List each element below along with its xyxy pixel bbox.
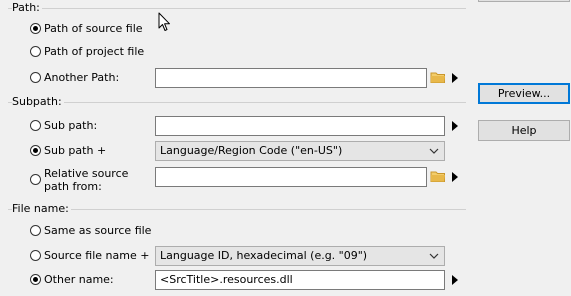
radio-source-file-name-plus[interactable]: Source file name + — [30, 249, 149, 262]
radio-label: Sub path: — [44, 119, 98, 132]
filename-section-label: File name: — [12, 202, 71, 215]
radio-indicator — [30, 250, 41, 261]
subpath-section-label: Subpath: — [12, 95, 64, 108]
dropdown-value: Language/Region Code ("en-US") — [160, 144, 343, 157]
radio-label: Relative source path from: — [44, 167, 129, 193]
arrow-right-icon[interactable] — [452, 73, 458, 83]
radio-same-as-source-file[interactable]: Same as source file — [30, 224, 151, 237]
radio-path-of-project-file[interactable]: Path of project file — [30, 45, 144, 58]
sub-path-input[interactable] — [155, 116, 445, 136]
path-section-label: Path: — [12, 1, 42, 14]
radio-other-name[interactable]: Other name: — [30, 273, 114, 286]
radio-label: Other name: — [44, 273, 114, 286]
radio-sub-path-plus[interactable]: Sub path + — [30, 144, 106, 157]
subpath-separator — [8, 102, 466, 103]
radio-indicator — [30, 225, 41, 236]
preview-button[interactable]: Preview... — [478, 83, 570, 104]
other-name-input[interactable]: <SrcTitle>.resources.dll — [155, 270, 445, 290]
radio-label: Same as source file — [44, 224, 152, 237]
folder-icon[interactable] — [430, 169, 446, 183]
arrow-right-icon[interactable] — [452, 172, 458, 182]
radio-indicator — [30, 174, 41, 185]
top-button-partial[interactable] — [478, 0, 570, 2]
radio-indicator — [30, 120, 41, 131]
radio-another-path[interactable]: Another Path: — [30, 71, 119, 84]
path-separator — [8, 8, 466, 9]
arrow-right-icon[interactable] — [452, 121, 458, 131]
radio-label: Source file name + — [44, 249, 150, 262]
help-button[interactable]: Help — [478, 120, 570, 141]
radio-path-of-source-file[interactable]: Path of source file — [30, 22, 143, 35]
radio-sub-path[interactable]: Sub path: — [30, 119, 97, 132]
radio-relative-source-path[interactable]: Relative source path from: — [30, 167, 139, 193]
dropdown-value: Language ID, hexadecimal (e.g. "09") — [160, 249, 368, 262]
mouse-cursor-icon — [158, 12, 170, 31]
radio-indicator — [30, 72, 41, 83]
folder-icon[interactable] — [430, 70, 446, 84]
radio-label: Path of source file — [44, 22, 143, 35]
radio-indicator — [30, 274, 41, 285]
another-path-input[interactable] — [155, 68, 427, 88]
radio-label: Sub path + — [44, 144, 107, 157]
filename-separator — [8, 209, 466, 210]
radio-label: Path of project file — [44, 45, 145, 58]
radio-label: Another Path: — [44, 71, 120, 84]
relative-source-path-input[interactable] — [155, 167, 427, 187]
radio-indicator — [30, 145, 41, 156]
source-file-name-plus-dropdown[interactable]: Language ID, hexadecimal (e.g. "09") — [155, 246, 445, 266]
sub-path-plus-dropdown[interactable]: Language/Region Code ("en-US") — [155, 141, 445, 161]
chevron-down-icon — [429, 253, 439, 259]
arrow-right-icon[interactable] — [452, 275, 458, 285]
radio-indicator — [30, 23, 41, 34]
chevron-down-icon — [429, 148, 439, 154]
radio-indicator — [30, 46, 41, 57]
